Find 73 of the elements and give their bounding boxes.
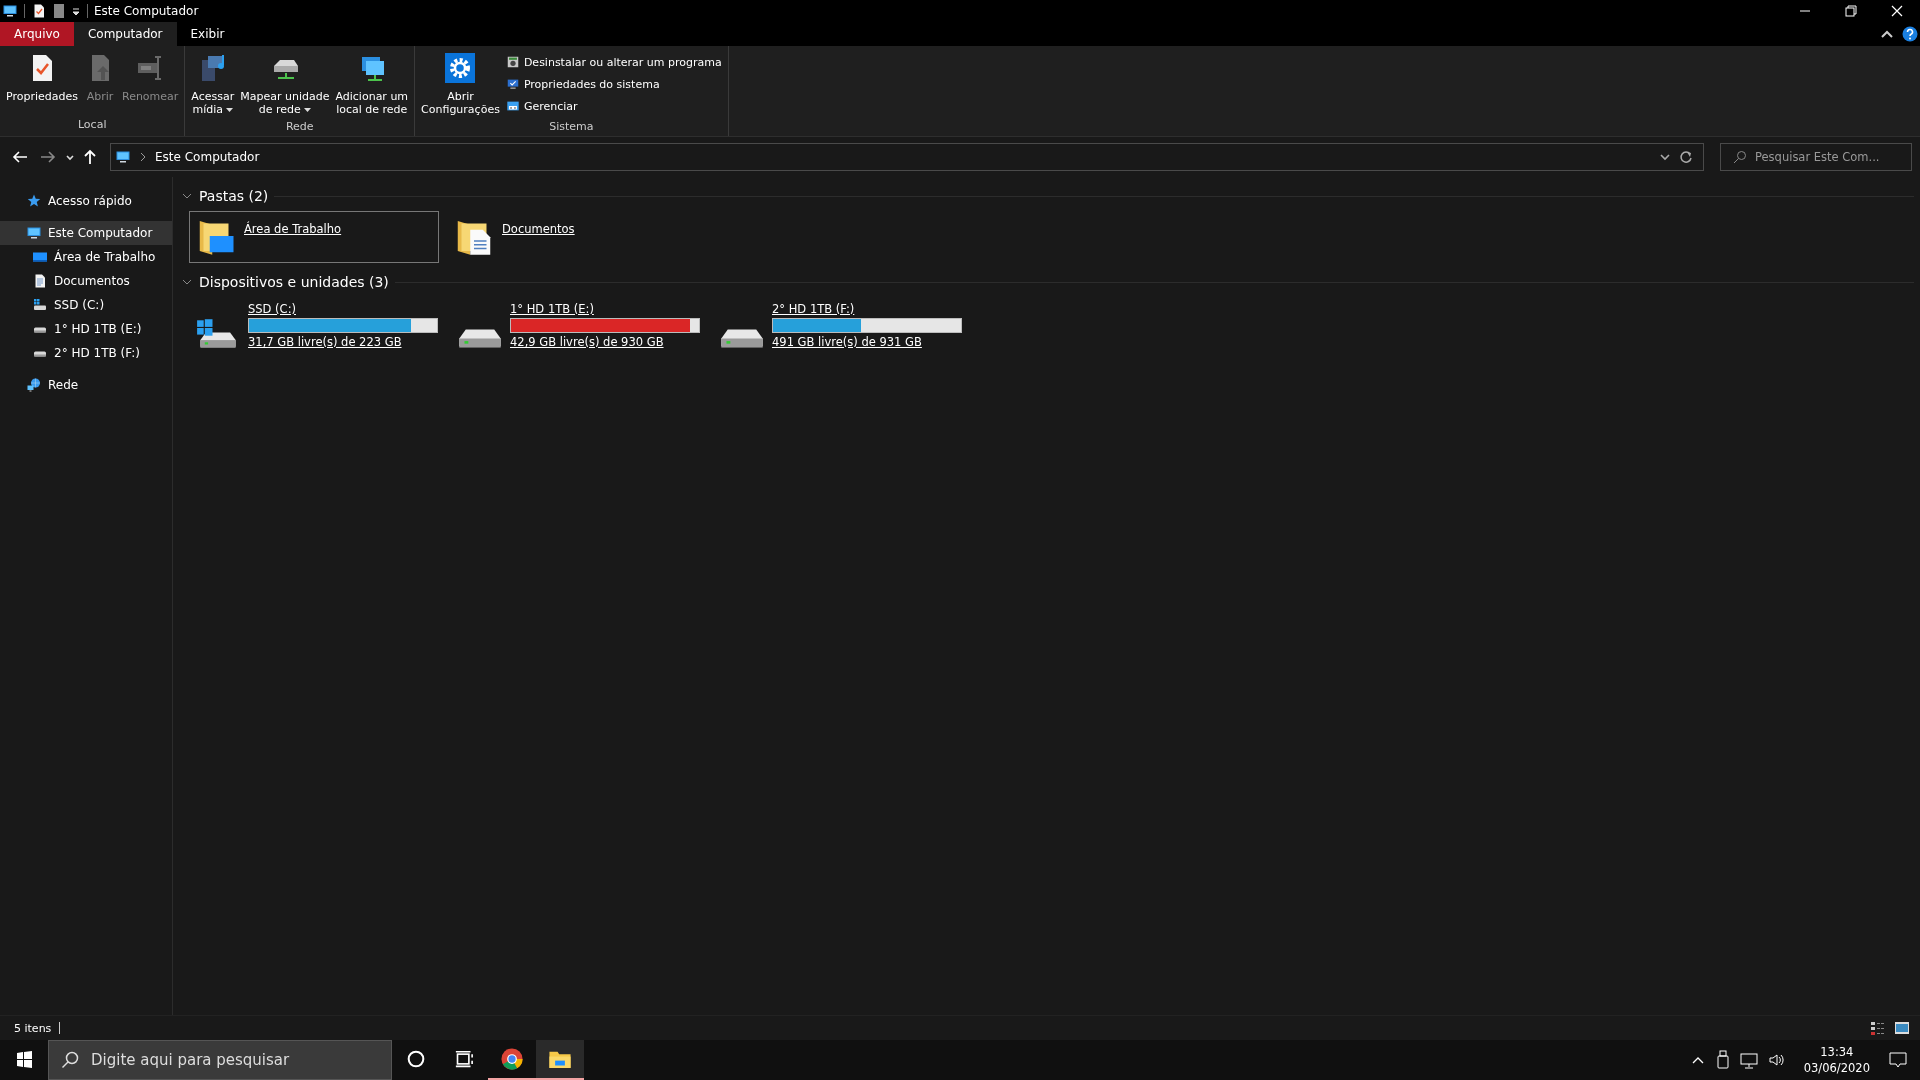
notification-icon[interactable] <box>1888 1050 1908 1070</box>
ribbon-button[interactable]: Propriedades do sistema <box>503 74 724 94</box>
system-properties-icon <box>505 77 520 91</box>
search-box[interactable]: Pesquisar Este Com... <box>1720 143 1912 171</box>
caret-icon <box>303 108 311 112</box>
drive-free-space[interactable]: 42,9 GB livre(s) de 930 GB <box>510 335 700 349</box>
refresh-icon[interactable] <box>1679 150 1693 164</box>
section-header[interactable]: Pastas (2) <box>199 188 269 204</box>
group-label: Rede <box>284 120 315 135</box>
computer-icon <box>26 225 42 241</box>
search-field[interactable]: Pesquisar Este Com... <box>1755 150 1901 164</box>
large-icons-view-icon[interactable] <box>1894 1020 1910 1036</box>
drive-free-space[interactable]: 491 GB livre(s) de 931 GB <box>772 335 962 349</box>
group-label: Sistema <box>548 120 595 135</box>
settings-icon <box>444 52 477 84</box>
folder-name[interactable]: Área de Trabalho <box>244 216 342 236</box>
clock-date[interactable]: 03/06/2020 <box>1803 1060 1870 1076</box>
navigation-item[interactable]: Este Computador <box>0 221 172 245</box>
ribbon-tab[interactable]: Exibir <box>176 22 239 46</box>
search-icon <box>61 1051 79 1069</box>
computer-icon[interactable] <box>2 3 18 19</box>
navigation-item[interactable]: Documentos <box>0 269 172 293</box>
file-menu-tab[interactable]: Arquivo <box>0 22 74 46</box>
navigation-item[interactable]: Acesso rápido <box>0 189 172 213</box>
volume-icon[interactable] <box>1767 1051 1786 1069</box>
computer-icon <box>115 149 131 165</box>
system-drive-icon <box>32 297 48 313</box>
ribbon-tab[interactable]: Computador <box>73 22 177 46</box>
ribbon-button[interactable]: Gerenciar <box>503 96 724 116</box>
navigation-item[interactable]: Rede <box>0 373 172 397</box>
chevron-right-icon <box>139 152 147 162</box>
drive-name[interactable]: SSD (C:) <box>248 302 438 316</box>
section-header[interactable]: Dispositivos e unidades (3) <box>199 274 389 290</box>
ribbon-button[interactable]: Abrir Configurações <box>419 48 502 120</box>
help-icon[interactable] <box>1902 26 1918 42</box>
ribbon-button[interactable]: Desinstalar ou alterar um programa <box>503 52 724 72</box>
drive-free-space[interactable]: 31,7 GB livre(s) de 223 GB <box>248 335 438 349</box>
navigation-item[interactable]: 1° HD 1TB (E:) <box>0 317 172 341</box>
details-view-icon[interactable] <box>1870 1020 1886 1036</box>
chevron-down-icon[interactable] <box>1659 151 1671 163</box>
navigation-item[interactable]: 2° HD 1TB (F:) <box>0 341 172 365</box>
star-icon <box>26 193 42 209</box>
item-count: 5 itens <box>14 1021 52 1035</box>
folder-tile[interactable]: Documentos <box>447 211 697 263</box>
drive-icon <box>720 328 764 349</box>
network-icon[interactable] <box>1739 1051 1758 1069</box>
address-bar[interactable]: Este Computador <box>110 143 1704 171</box>
drive-name[interactable]: 1° HD 1TB (E:) <box>510 302 700 316</box>
clock-time[interactable]: 13:34 <box>1820 1044 1854 1060</box>
group-label: Local <box>76 118 108 133</box>
computer-management-icon <box>505 99 520 113</box>
ribbon-button[interactable]: Propriedades <box>4 48 80 107</box>
program-icon <box>505 55 520 69</box>
folder-tile[interactable]: Área de Trabalho <box>189 211 439 263</box>
caret-icon <box>226 108 234 112</box>
folder-name[interactable]: Documentos <box>502 216 575 236</box>
drive-icon <box>458 328 502 349</box>
ribbon-button[interactable]: Mapear unidade de rede <box>238 48 332 120</box>
usb-icon[interactable] <box>1715 1050 1730 1070</box>
navigation-item[interactable]: SSD (C:) <box>0 293 172 317</box>
blank-page-icon[interactable] <box>53 3 65 19</box>
breadcrumb[interactable]: Este Computador <box>155 150 260 164</box>
browser-icon <box>499 1046 525 1072</box>
drive-name[interactable]: 2° HD 1TB (F:) <box>772 302 962 316</box>
taskbar-search-field[interactable]: Digite aqui para pesquisar <box>91 1051 391 1069</box>
ribbon-button[interactable]: Adicionar um local de rede <box>333 48 411 120</box>
window-title: Este Computador <box>94 4 199 18</box>
navigation-item[interactable]: Área de Trabalho <box>0 245 172 269</box>
taskbar-search-box[interactable]: Digite aqui para pesquisar <box>48 1040 392 1080</box>
ribbon-button[interactable]: Acessar mídia <box>189 48 237 120</box>
search-icon <box>1733 150 1747 164</box>
taskbar-app-button[interactable] <box>536 1040 584 1080</box>
network-icon <box>26 377 42 393</box>
